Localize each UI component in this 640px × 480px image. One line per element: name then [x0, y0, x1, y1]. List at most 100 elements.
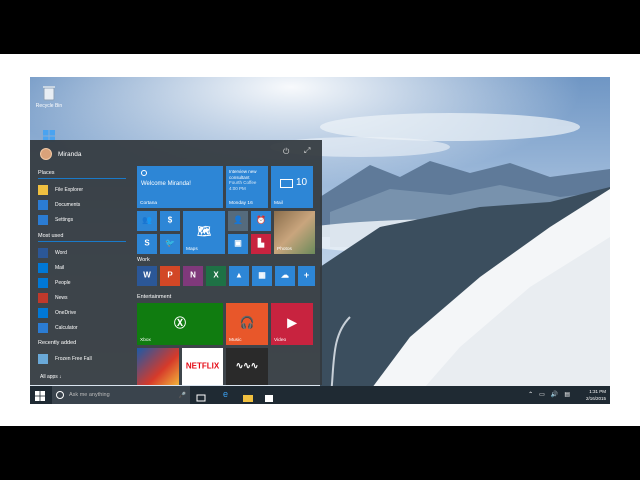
edge-browser-icon[interactable]: e — [223, 389, 233, 399]
onenote-icon: N — [190, 270, 196, 280]
most-used-item-people[interactable]: People — [38, 275, 128, 290]
notification-arrow-icon[interactable]: ⌃ — [528, 391, 533, 398]
all-apps-button[interactable]: All apps ↓ — [40, 374, 62, 380]
user-account[interactable]: Miranda — [40, 146, 81, 162]
flipboard-icon: ▙ — [257, 238, 265, 248]
frozen-icon — [38, 353, 48, 364]
plus-icon: + — [303, 270, 310, 280]
tile-label: Mail — [274, 201, 283, 206]
twitter-icon: 🐦 — [165, 238, 175, 248]
mail-icon — [38, 262, 48, 273]
flipboard-tile[interactable]: ▙ — [251, 234, 271, 254]
people-icon — [38, 277, 48, 288]
clock-date: 2/16/2015 — [585, 396, 606, 401]
music-tile[interactable]: 🎧 Music — [226, 303, 268, 345]
menu-item-label: Mail — [55, 264, 65, 271]
most-used-item-news[interactable]: News — [38, 290, 128, 305]
screenshot-frame: Recycle Bin Miranda ⏻ ⤢ Places File Expl… — [0, 0, 640, 480]
video-tile[interactable]: ▶ Video — [271, 303, 313, 345]
contact-tile[interactable]: 👤 — [228, 211, 248, 231]
desktop-icon-label: Recycle Bin — [35, 103, 63, 109]
most-used-item-word[interactable]: Word — [38, 245, 128, 260]
start-button[interactable] — [34, 389, 46, 401]
store-icon[interactable] — [264, 390, 274, 402]
windows-logo-icon — [35, 391, 45, 401]
audio-app-tile[interactable]: ∿∿∿ — [226, 348, 268, 385]
store-icon: ▣ — [234, 238, 242, 248]
people-tile[interactable]: 👥 — [137, 211, 157, 231]
network-icon[interactable]: ▭ — [539, 391, 545, 398]
task-view-icon[interactable] — [196, 390, 206, 402]
cars-game-tile[interactable] — [137, 348, 179, 385]
photos-tile[interactable]: Photos — [274, 211, 315, 254]
microphone-icon[interactable]: 🎤 — [179, 392, 186, 399]
volume-icon[interactable]: 🔊 — [551, 391, 558, 398]
contact-photo-icon: 👤 — [233, 215, 243, 225]
cortana-welcome: Welcome Miranda! — [141, 181, 191, 187]
most-used-item-mail[interactable]: Mail — [38, 260, 128, 275]
store-tile[interactable]: ▣ — [228, 234, 248, 254]
money-icon: $ — [167, 215, 173, 225]
powerpoint-tile[interactable]: P — [160, 266, 180, 286]
netflix-logo: NETFLIX — [185, 361, 220, 371]
most-used-item-onedrive[interactable]: OneDrive — [38, 305, 128, 320]
onenote-tile[interactable]: N — [183, 266, 203, 286]
word-tile[interactable]: W — [137, 266, 157, 286]
maps-tile[interactable]: 🗺 Maps — [183, 211, 225, 254]
calculator-icon: ▦ — [258, 270, 266, 280]
expand-icon[interactable]: ⤢ — [304, 146, 310, 156]
word-icon: W — [143, 270, 151, 280]
power-icon[interactable]: ⏻ — [283, 147, 289, 157]
letterbox-top — [0, 0, 640, 54]
mail-tile[interactable]: 10 Mail — [271, 166, 313, 208]
skype-icon: S — [144, 238, 150, 248]
onedrive-tile[interactable]: ☁ — [275, 266, 295, 286]
menu-item-label: OneDrive — [55, 309, 77, 316]
action-center-icon[interactable]: ▤ — [564, 391, 570, 398]
add-tile[interactable]: + — [298, 266, 315, 286]
most-used-list: Word Mail People News OneDrive Calculator — [38, 245, 128, 335]
word-icon — [38, 247, 48, 258]
alarm-tile[interactable]: ⏰ — [251, 211, 271, 231]
news-icon — [38, 292, 48, 303]
places-heading: Places — [38, 170, 126, 179]
menu-item-label: People — [55, 279, 71, 286]
places-item-file-explorer[interactable]: File Explorer — [38, 182, 128, 197]
recycle-bin-icon — [42, 85, 56, 101]
recently-added-heading: Recently added — [38, 340, 77, 346]
menu-item-label: File Explorer — [55, 186, 84, 193]
calendar-line: 4:00 PM — [229, 185, 246, 191]
system-tray: ⌃ ▭ 🔊 ▤ — [528, 391, 570, 398]
calculator-tile[interactable]: ▦ — [252, 266, 272, 286]
menu-item-label: Documents — [55, 201, 81, 208]
cortana-icon — [56, 391, 64, 399]
recently-added-list: Frozen Free Fall — [38, 351, 128, 366]
user-name: Miranda — [58, 150, 82, 158]
menu-item-label: Frozen Free Fall — [55, 355, 92, 362]
skype-tile[interactable]: S — [137, 234, 157, 254]
sway-tile[interactable]: ▲ — [229, 266, 249, 286]
places-item-settings[interactable]: Settings — [38, 212, 128, 227]
menu-item-label: Word — [55, 249, 67, 256]
calendar-tile[interactable]: Interview new consultant Fourth Coffee 4… — [226, 166, 268, 208]
clock-time: 1:31 PM — [589, 389, 606, 394]
money-tile[interactable]: $ — [160, 211, 180, 231]
clock[interactable]: 1:31 PM 2/16/2015 — [586, 388, 606, 402]
gear-icon — [38, 214, 48, 225]
excel-icon: X — [213, 270, 219, 280]
search-box[interactable]: Ask me anything 🎤 — [52, 386, 190, 404]
most-used-item-calculator[interactable]: Calculator — [38, 320, 128, 335]
netflix-tile[interactable]: NETFLIX — [182, 348, 223, 385]
taskbar: Ask me anything 🎤 e ⌃ ▭ 🔊 ▤ 1:31 PM 2/16… — [30, 386, 610, 404]
file-explorer-icon[interactable] — [243, 390, 253, 402]
people-icon: 👥 — [142, 215, 152, 225]
cortana-tile[interactable]: Welcome Miranda! Cortana — [137, 166, 223, 208]
xbox-tile[interactable]: Ⓧ Xbox — [137, 303, 223, 345]
excel-tile[interactable]: X — [206, 266, 226, 286]
recent-item-frozen-free-fall[interactable]: Frozen Free Fall — [38, 351, 128, 366]
desktop-icon-recycle-bin[interactable]: Recycle Bin — [34, 85, 64, 109]
twitter-tile[interactable]: 🐦 — [160, 234, 180, 254]
places-item-documents[interactable]: Documents — [38, 197, 128, 212]
onedrive-icon — [38, 307, 48, 318]
cloud-icon: ☁ — [281, 270, 289, 280]
